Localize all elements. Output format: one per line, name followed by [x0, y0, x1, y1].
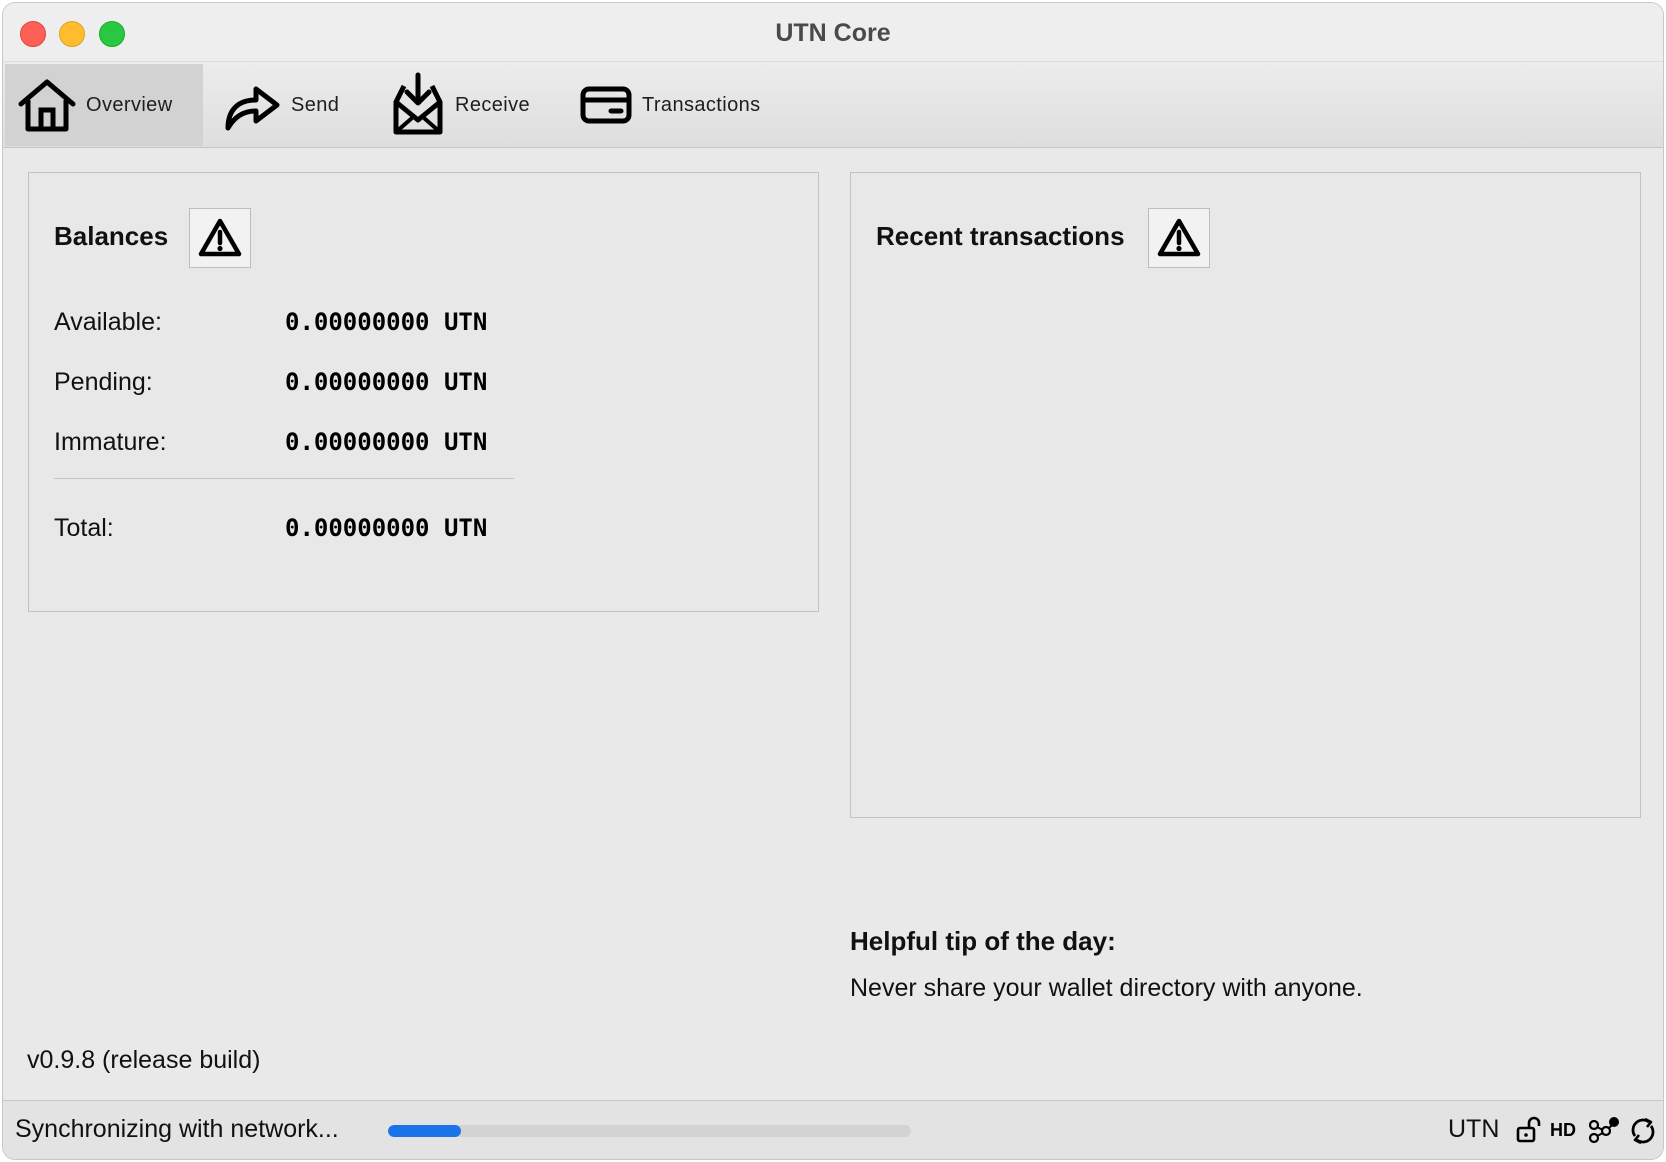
send-arrow-icon	[225, 86, 280, 131]
title-bar: UTN Core	[3, 3, 1663, 62]
unit-label[interactable]: UTN	[1448, 1115, 1499, 1144]
balances-title: Balances	[54, 221, 169, 251]
pending-value: 0.00000000 UTN	[285, 368, 488, 396]
tab-transactions[interactable]: Transactions	[567, 64, 787, 146]
tip-title: Helpful tip of the day:	[850, 926, 1116, 956]
total-label: Total:	[54, 514, 114, 542]
main-toolbar: Overview Send Receive Transactions	[3, 62, 1663, 148]
recent-transactions-warning-button[interactable]	[1148, 208, 1210, 268]
tab-overview-label: Overview	[86, 93, 173, 116]
immature-label: Immature:	[54, 428, 167, 456]
sync-progress-bar	[388, 1125, 911, 1137]
receive-inbox-icon	[393, 72, 443, 135]
balances-panel: Balances Available: 0.00000000 UTN Pendi…	[28, 172, 819, 612]
tip-text: Never share your wallet directory with a…	[850, 974, 1363, 1002]
available-label: Available:	[54, 308, 162, 336]
card-icon	[580, 86, 632, 124]
tab-receive[interactable]: Receive	[378, 64, 553, 146]
network-icon[interactable]	[1586, 1116, 1620, 1146]
sync-status-text: Synchronizing with network...	[15, 1115, 339, 1143]
total-value: 0.00000000 UTN	[285, 514, 488, 542]
available-value: 0.00000000 UTN	[285, 308, 488, 336]
pending-label: Pending:	[54, 368, 153, 396]
lock-open-icon[interactable]	[1515, 1116, 1543, 1144]
balances-warning-button[interactable]	[189, 208, 251, 268]
warning-triangle-icon	[1157, 218, 1201, 257]
warning-triangle-icon	[198, 218, 242, 257]
tab-send-label: Send	[291, 93, 340, 116]
tab-transactions-label: Transactions	[642, 93, 761, 116]
version-label: v0.9.8 (release build)	[27, 1046, 261, 1074]
home-icon	[18, 79, 76, 132]
status-bar: Synchronizing with network... UTN HD	[3, 1100, 1663, 1159]
recent-transactions-panel: Recent transactions	[850, 172, 1641, 818]
sync-progress-fill	[388, 1125, 462, 1137]
tab-send[interactable]: Send	[210, 64, 370, 146]
tab-receive-label: Receive	[455, 93, 531, 116]
app-window: UTN Core Overview Send Receive Transacti…	[3, 3, 1663, 1159]
sync-icon[interactable]	[1629, 1116, 1657, 1146]
immature-value: 0.00000000 UTN	[285, 428, 488, 456]
tab-overview[interactable]: Overview	[5, 64, 203, 146]
hd-icon-text: HD	[1550, 1120, 1576, 1140]
hd-icon[interactable]: HD	[1550, 1118, 1580, 1142]
window-title: UTN Core	[775, 19, 891, 47]
balances-divider	[54, 478, 514, 479]
recent-transactions-title: Recent transactions	[876, 221, 1125, 251]
